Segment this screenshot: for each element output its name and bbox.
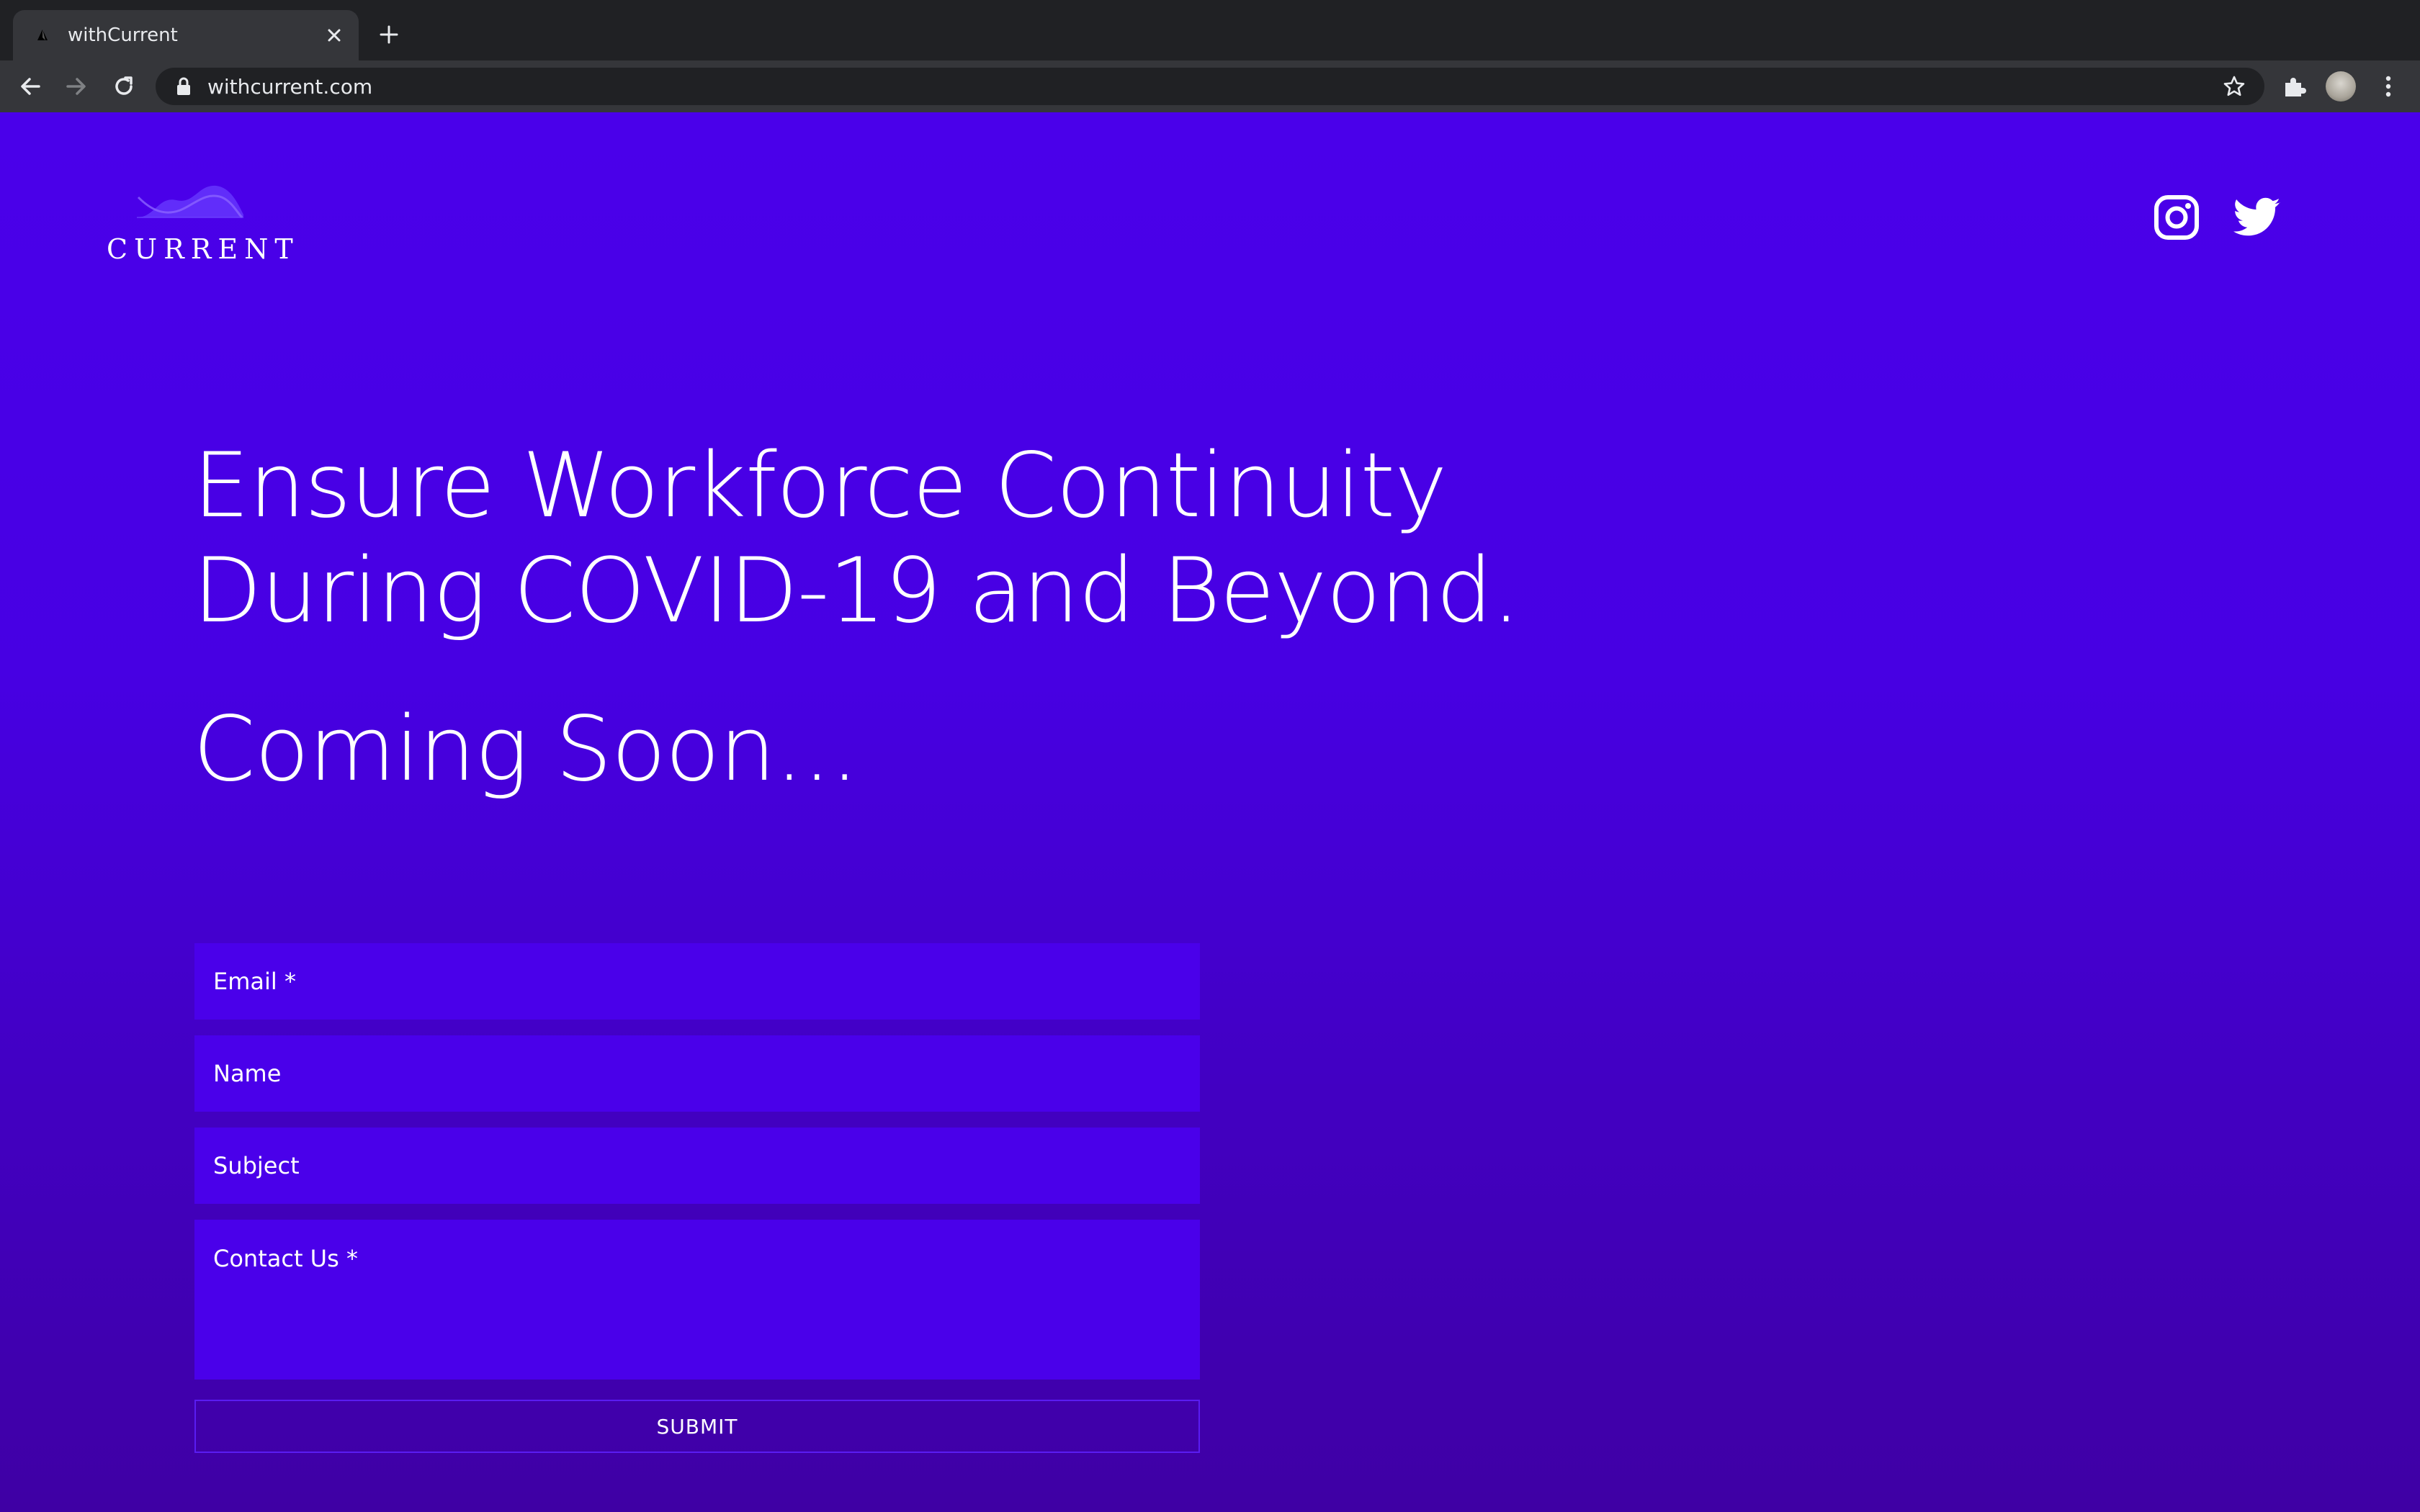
forward-button[interactable] (60, 71, 92, 102)
message-field[interactable] (194, 1220, 1200, 1380)
close-icon[interactable] (320, 21, 349, 50)
url-text: withcurrent.com (207, 74, 373, 99)
back-icon (21, 78, 40, 95)
back-button[interactable] (14, 71, 46, 102)
submit-button[interactable]: SUBMIT (194, 1400, 1200, 1453)
puzzle-icon[interactable] (2279, 71, 2311, 102)
lock-icon (176, 77, 192, 96)
name-field[interactable] (194, 1035, 1200, 1112)
star-icon[interactable] (2221, 73, 2247, 99)
coming-soon-text: Coming Soon... (193, 698, 859, 801)
address-bar[interactable]: withcurrent.com (156, 68, 2264, 105)
more-vert-icon[interactable] (2372, 71, 2404, 102)
avatar[interactable] (2325, 71, 2357, 102)
logo-text: CURRENT (107, 233, 300, 265)
email-field[interactable] (194, 943, 1200, 1020)
plus-icon (380, 25, 398, 44)
browser-tab[interactable]: withCurrent (13, 10, 359, 60)
twitter-icon (2233, 197, 2280, 236)
instagram-link[interactable] (2152, 193, 2201, 242)
subject-field[interactable] (194, 1128, 1200, 1204)
browser-toolbar: withcurrent.com (0, 60, 2420, 112)
hero-headline: Ensure Workforce Continuity During COVID… (193, 434, 1520, 643)
twitter-link[interactable] (2233, 193, 2282, 242)
new-tab-button[interactable] (373, 19, 405, 50)
current-logo[interactable]: CURRENT (107, 181, 293, 268)
page-content: CURRENT Ensure Workforce Continuity Duri… (0, 112, 2420, 1512)
reload-icon (115, 76, 133, 95)
instagram-icon (2154, 195, 2199, 240)
wave-logo-icon (137, 185, 243, 219)
reload-button[interactable] (108, 71, 140, 102)
tab-title: withCurrent (68, 24, 178, 46)
browser-tabstrip: withCurrent (0, 0, 2420, 60)
favicon-icon (32, 24, 53, 46)
forward-icon (66, 78, 86, 95)
